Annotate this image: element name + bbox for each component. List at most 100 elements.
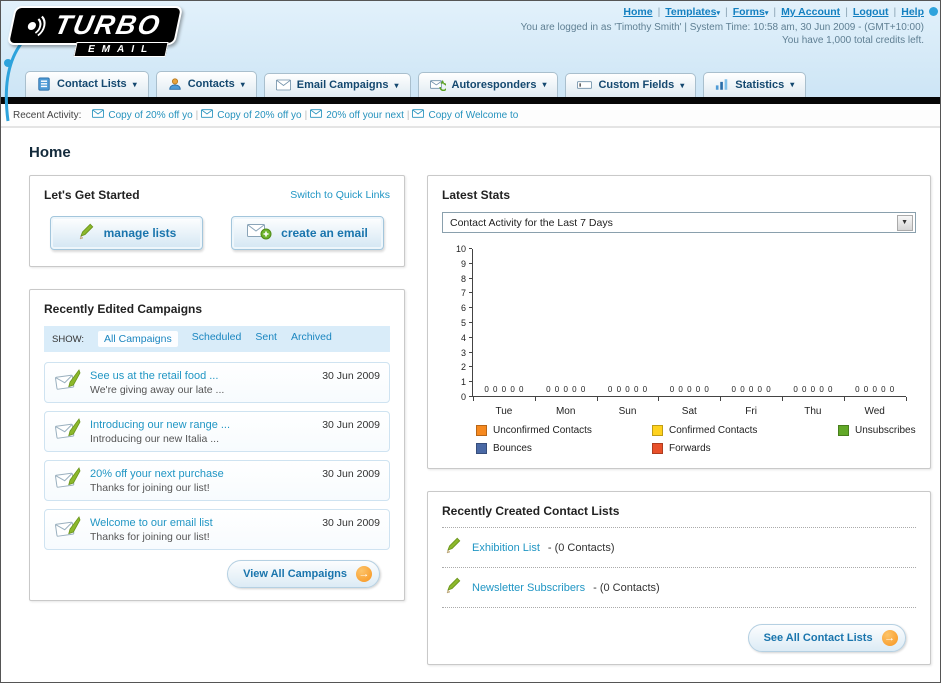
create-an-email-button[interactable]: create an email	[231, 216, 384, 250]
legend-swatch	[652, 443, 663, 454]
legend-unsubscribes: Unsubscribes	[838, 425, 916, 436]
legend-swatch	[652, 425, 663, 436]
envelope-add-icon	[247, 223, 272, 243]
campaign-title-link[interactable]: Welcome to our email list	[90, 517, 314, 529]
tab-contact-lists[interactable]: Contact Lists ▾	[25, 71, 149, 97]
series-values: 0 0 0 0 0	[793, 385, 833, 394]
get-started-panel: Let's Get Started Switch to Quick Links …	[29, 175, 405, 267]
speaker-icon	[27, 15, 46, 36]
x-axis-label: Fri	[745, 406, 757, 417]
contact-list-link[interactable]: Newsletter Subscribers	[472, 582, 585, 594]
campaign-title-link[interactable]: Introducing our new range ...	[90, 419, 314, 431]
chevron-down-icon: ▾	[790, 80, 795, 89]
filter-archived[interactable]: Archived	[291, 331, 332, 347]
latest-stats-panel: Latest Stats Contact Activity for the La…	[427, 175, 931, 469]
top-nav-help[interactable]: Help	[901, 6, 924, 18]
legend-swatch	[838, 425, 849, 436]
chevron-down-icon: ▾	[542, 80, 547, 89]
pencil-icon	[444, 537, 464, 558]
top-nav-my-account[interactable]: My Account	[781, 6, 840, 18]
app-window: TURBO EMAIL Home | Templates ▾ | Forms ▾ | My …	[0, 0, 941, 683]
top-right-info: Home | Templates ▾ | Forms ▾ | My Account | Logo…	[521, 6, 924, 46]
y-axis-label: 9	[460, 258, 466, 269]
campaign-filter-bar: SHOW: All Campaigns Scheduled Sent Archived	[44, 326, 390, 352]
recent-activity-label: Recent Activity:	[13, 109, 82, 121]
login-info: You are logged in as 'Timothy Smith' | S…	[520, 22, 924, 33]
legend-bounces: Bounces	[476, 443, 648, 454]
latest-stats-title: Latest Stats	[442, 188, 511, 202]
y-axis-label: 4	[460, 332, 466, 343]
chevron-down-icon: ▾	[132, 79, 137, 89]
x-axis-label: Sat	[681, 406, 697, 417]
chevron-down-icon: ▾	[764, 10, 769, 17]
credits-info: You have 1,000 total credits left.	[782, 35, 924, 46]
series-values: 0 0 0 0 0	[669, 385, 709, 394]
switch-quick-links-link[interactable]: Switch to Quick Links	[290, 189, 390, 201]
recent-activity-item[interactable]: Copy of 20% off yo	[201, 109, 302, 121]
show-label: SHOW:	[52, 333, 85, 345]
person-icon	[168, 77, 182, 91]
campaign-title-link[interactable]: See us at the retail food ...	[90, 370, 314, 382]
envelope-edit-icon	[54, 515, 82, 544]
recent-activity-items: Copy of 20% off yo | Copy of 20% off yo | 20…	[89, 109, 521, 121]
contact-list-link[interactable]: Exhibition List	[472, 542, 540, 554]
header: TURBO EMAIL Home | Templates ▾ | Forms ▾ | My …	[1, 1, 940, 122]
recent-campaigns-title: Recently Edited Campaigns	[44, 302, 203, 316]
tab-custom-fields[interactable]: Custom Fields ▾	[565, 73, 697, 97]
series-value-labels: 0 0 0 0 0 0 0 0 0 0 0 0 0 0 0 0 0 0 0 0 0 0 …	[473, 385, 906, 394]
stats-period-select[interactable]: Contact Activity for the Last 7 Days ▼	[442, 212, 916, 233]
tab-email-campaigns[interactable]: Email Campaigns ▾	[263, 73, 411, 97]
contact-list-items: Exhibition List - (0 Contacts) Newsletter …	[442, 528, 916, 608]
manage-lists-button[interactable]: manage lists	[50, 216, 203, 250]
top-nav-logout[interactable]: Logout	[853, 6, 889, 18]
envelope-edit-icon	[54, 417, 82, 446]
campaign-subtitle: Introducing our new Italia ...	[90, 432, 219, 445]
recent-contact-lists-panel: Recently Created Contact Lists Exhibitio…	[427, 491, 931, 665]
filter-sent[interactable]: Sent	[255, 331, 277, 347]
recent-contact-lists-title: Recently Created Contact Lists	[442, 504, 916, 528]
top-nav-home[interactable]: Home	[623, 6, 652, 18]
pencil-icon	[77, 223, 95, 244]
chevron-down-icon: ▾	[240, 79, 245, 89]
recent-activity-item[interactable]: Copy of 20% off yo	[92, 109, 193, 121]
legend-swatch	[476, 443, 487, 454]
x-axis-label: Mon	[555, 406, 576, 417]
series-values: 0 0 0 0 0	[731, 385, 771, 394]
view-all-campaigns-button[interactable]: View All Campaigns →	[227, 560, 380, 588]
filter-scheduled[interactable]: Scheduled	[192, 331, 242, 347]
envelope-edit-icon	[54, 466, 82, 495]
recent-activity-item[interactable]: Copy of Welcome to	[412, 109, 518, 121]
tab-autoresponders[interactable]: Autoresponders ▾	[417, 72, 559, 97]
contact-list-item: Newsletter Subscribers - (0 Contacts)	[442, 568, 916, 608]
lists-icon	[37, 77, 51, 91]
see-all-contact-lists-button[interactable]: See All Contact Lists →	[747, 624, 906, 652]
legend-unconfirmed-contacts: Unconfirmed Contacts	[476, 425, 648, 436]
top-nav-forms[interactable]: Forms ▾	[733, 6, 769, 18]
topbar: TURBO EMAIL Home | Templates ▾ | Forms ▾ | My …	[1, 1, 940, 67]
top-nav-templates[interactable]: Templates ▾	[665, 6, 720, 18]
y-axis-label: 0	[460, 392, 466, 402]
campaign-date: 30 Jun 2009	[322, 468, 380, 480]
campaign-title-link[interactable]: 20% off your next purchase	[90, 468, 314, 480]
recent-activity-bar: Recent Activity: Copy of 20% off yo | Copy…	[1, 104, 940, 128]
tab-statistics[interactable]: Statistics ▾	[703, 72, 807, 97]
get-started-title: Let's Get Started	[44, 188, 140, 202]
tab-contacts[interactable]: Contacts ▾	[155, 71, 257, 97]
fields-icon	[577, 79, 593, 91]
campaign-subtitle: Thanks for joining our list!	[90, 530, 210, 543]
y-axis-label: 2	[460, 362, 466, 373]
chevron-down-icon: ▼	[896, 214, 913, 231]
series-values: 0 0 0 0 0	[607, 385, 648, 394]
envelope-icon	[201, 109, 214, 121]
filter-all-campaigns[interactable]: All Campaigns	[98, 331, 178, 347]
campaign-date: 30 Jun 2009	[322, 419, 380, 431]
autoresponder-icon	[429, 78, 446, 91]
view-all-campaigns-label: View All Campaigns	[243, 568, 347, 580]
y-axis-label: 6	[460, 303, 466, 314]
x-axis-label: Wed	[864, 406, 885, 417]
top-nav: Home | Templates ▾ | Forms ▾ | My Account | Logo…	[623, 6, 924, 18]
x-axis-label: Sun	[618, 406, 637, 417]
legend-swatch	[476, 425, 487, 436]
recent-activity-item[interactable]: 20% off your next	[310, 109, 404, 121]
legend-confirmed-contacts: Confirmed Contacts	[652, 425, 834, 436]
